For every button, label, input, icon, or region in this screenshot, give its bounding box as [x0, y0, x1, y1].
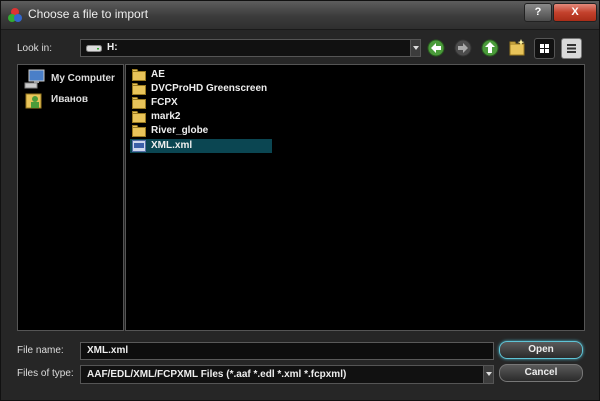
- title-bar[interactable]: Choose a file to import ? X: [1, 1, 599, 30]
- file-name: XML.xml: [151, 140, 193, 151]
- list-item[interactable]: DVCProHD Greenscreen: [130, 82, 272, 96]
- file-type-dropdown[interactable]: AAF/EDL/XML/FCPXML Files (*.aaf *.edl *.…: [80, 365, 494, 384]
- chevron-down-icon[interactable]: [483, 366, 493, 383]
- chevron-down-icon[interactable]: [410, 40, 420, 56]
- open-button[interactable]: Open: [499, 341, 583, 359]
- look-in-dropdown[interactable]: H:: [80, 39, 421, 57]
- file-type-label: Files of type:: [17, 368, 74, 379]
- file-name: DVCProHD Greenscreen: [151, 83, 268, 94]
- xml-file-icon: [132, 140, 146, 152]
- list-view-button[interactable]: [534, 38, 555, 59]
- file-name-input[interactable]: XML.xml: [80, 342, 494, 360]
- new-folder-button[interactable]: [507, 38, 527, 58]
- new-folder-icon: [509, 39, 525, 56]
- forward-icon: [454, 39, 472, 57]
- sidebar-item-user[interactable]: Иванов: [24, 90, 120, 110]
- list-item[interactable]: River_globe: [130, 124, 272, 138]
- back-icon: [427, 39, 445, 57]
- list-item[interactable]: AE: [130, 68, 272, 82]
- forward-button[interactable]: [453, 38, 473, 58]
- computer-icon: [24, 69, 45, 89]
- places-sidebar: My Computer Иванов: [17, 64, 124, 331]
- window-title: Choose a file to import: [28, 7, 149, 21]
- cancel-button[interactable]: Cancel: [499, 364, 583, 382]
- file-name-value: XML.xml: [87, 345, 129, 356]
- folder-icon: [132, 83, 146, 95]
- list-item[interactable]: mark2: [130, 110, 272, 124]
- file-name: mark2: [151, 111, 181, 122]
- list-item[interactable]: FCPX: [130, 96, 272, 110]
- file-name: FCPX: [151, 97, 178, 108]
- file-name: River_globe: [151, 125, 209, 136]
- user-folder-icon: [25, 93, 42, 109]
- folder-icon: [132, 111, 146, 123]
- drive-icon: [86, 45, 102, 52]
- file-type-value: AAF/EDL/XML/FCPXML Files (*.aaf *.edl *.…: [87, 369, 347, 380]
- file-name: AE: [151, 69, 165, 80]
- folder-icon: [132, 97, 146, 109]
- folder-icon: [132, 69, 146, 81]
- list-view-icon: [540, 44, 549, 53]
- up-folder-button[interactable]: [480, 38, 500, 58]
- close-button[interactable]: X: [553, 3, 597, 22]
- back-button[interactable]: [426, 38, 446, 58]
- look-in-value: H:: [107, 42, 118, 53]
- list-item-selected[interactable]: XML.xml: [130, 139, 272, 153]
- file-list: AE DVCProHD Greenscreen FCPX mark2 River…: [125, 64, 585, 331]
- folder-icon: [132, 125, 146, 137]
- file-import-dialog: Choose a file to import ? X Look in: H:: [0, 0, 600, 401]
- sidebar-item-my-computer[interactable]: My Computer: [24, 69, 120, 89]
- sidebar-item-label: My Computer: [51, 73, 115, 84]
- details-view-icon: [567, 44, 576, 53]
- file-name-label: File name:: [17, 345, 64, 356]
- help-button[interactable]: ?: [524, 3, 552, 22]
- details-view-button[interactable]: [561, 38, 582, 59]
- app-icon: [8, 8, 22, 22]
- up-folder-icon: [481, 39, 499, 57]
- sidebar-item-label: Иванов: [51, 94, 89, 105]
- look-in-label: Look in:: [17, 43, 53, 54]
